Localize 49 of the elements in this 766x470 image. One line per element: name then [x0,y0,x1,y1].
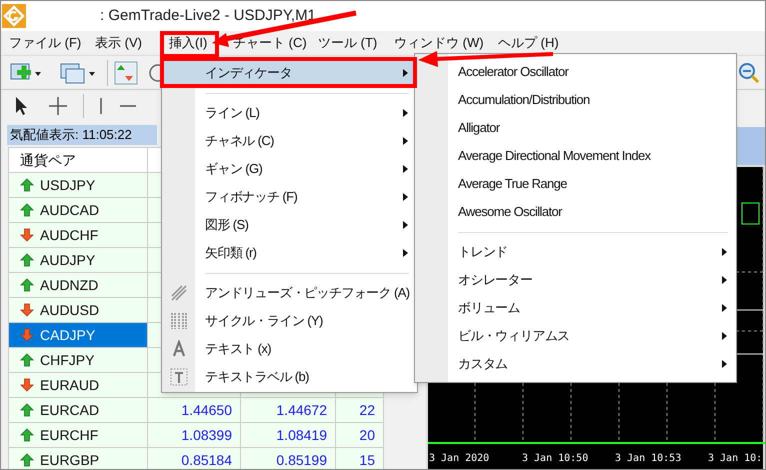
symbol-text: AUDCAD [40,201,100,220]
menu-label: ライン (L) [205,104,260,122]
menu-label: Alligator [458,119,500,138]
table-cell: 1.08399 [181,427,232,443]
symbol-text: USDJPY [40,176,96,195]
axis-label: 3 Jan 10:53 [615,452,682,466]
symbol-text: EURAUD [40,376,100,395]
menu-label: サイクル・ライン (Y) [205,312,323,330]
table-cell: 0.85199 [276,452,327,468]
menu-label: テキスト (x) [205,340,271,358]
symbol-text: CHFJPY [40,351,94,370]
symbol-text: CADJPY [40,326,96,345]
table-cell: 20 [359,427,375,443]
menu-label: Average Directional Movement Index [458,147,651,166]
symbol-text: EURCAD [40,401,100,420]
window-title: : GemTrade-Live2 - USDJPY,M1 [100,6,316,26]
symbol-text: EURGBP [40,451,100,469]
axis-label: 3 Jan 10:50 [522,452,590,466]
table-cell: 0.85184 [181,452,232,468]
menu-label: 図形 (S) [205,216,248,234]
menu-label: Accumulation/Distribution [458,91,590,110]
menu-label: フィボナッチ (F) [205,188,298,206]
menu-label: チャネル (C) [205,132,274,150]
axis-label: 3 Jan 2020 [429,452,490,466]
menu-label: Average True Range [458,175,567,194]
symbol-text: AUDCHF [40,226,98,245]
axis-label: 3 Jan 10: [708,452,764,466]
menu-label: 矢印類 (r) [205,244,256,262]
table-cell: 22 [359,402,375,418]
table-cell: 1.08419 [276,427,327,443]
menu-label: Awesome Oscillator [458,203,562,222]
menu-label: トレンド [458,243,508,262]
market-watch-header: 気配値表示: 11:05:22 [7,125,157,145]
menu-label: Accelerator Oscillator [458,63,568,82]
menu-label: ボリューム [458,299,520,318]
menu-label: カスタム [458,355,508,374]
menu-label: テキストラベル (b) [205,368,309,386]
menu-label: ビル・ウィリアムス [458,327,570,346]
menu-label: オシレーター [458,271,532,290]
symbol-text: AUDUSD [40,301,100,320]
table-cell: 1.44672 [276,402,327,418]
symbol-text: EURCHF [40,426,98,445]
table-cell: 15 [359,452,375,468]
menu-label: インディケータ [205,64,292,82]
menu-label: アンドリューズ・ピッチフォーク (A) [205,284,410,302]
menu-label: ギャン (G) [205,160,262,178]
symbol-text: AUDJPY [40,251,96,270]
table-cell: 1.44650 [181,402,232,418]
symbol-text: AUDNZD [40,276,98,295]
